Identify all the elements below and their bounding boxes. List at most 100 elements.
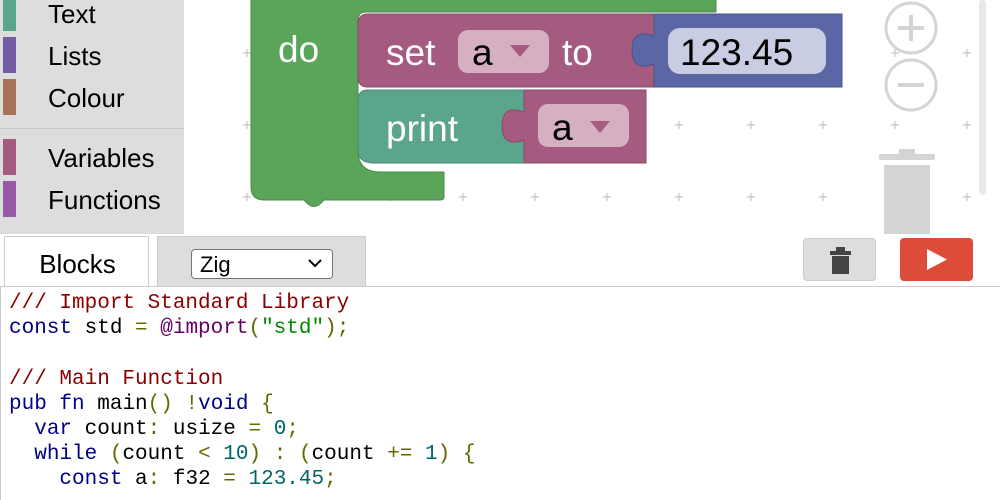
number-field-value: 123.45 xyxy=(680,32,793,73)
workspace-canvas[interactable]: do set a to 123.45 print a xyxy=(184,0,1000,234)
trash-icon xyxy=(830,247,851,274)
code-line: /// Import Standard Library xyxy=(9,291,475,316)
category-color-swatch xyxy=(3,139,16,175)
code-token: 0 xyxy=(273,417,287,441)
code-token: usize xyxy=(160,417,249,441)
code-token: count xyxy=(122,443,199,467)
code-token: void xyxy=(198,392,249,416)
category-label: Text xyxy=(48,0,96,29)
code-token: std xyxy=(72,317,136,341)
code-line: var count: usize = 0; xyxy=(9,417,475,442)
code-line: while (count < 10) : (count += 1) { xyxy=(9,442,475,467)
code-line xyxy=(9,341,475,366)
code-token: += xyxy=(387,443,413,467)
toolbox-category-lists[interactable]: Lists xyxy=(0,35,184,75)
code-block: /// Import Standard Library const std = @… xyxy=(9,291,475,493)
code-token: ) xyxy=(437,443,451,467)
run-button[interactable] xyxy=(900,238,973,281)
tab-bar: Blocks Zig xyxy=(0,234,1000,286)
tab-blocks-label: Blocks xyxy=(39,249,116,279)
code-token: main xyxy=(84,392,148,416)
code-line: const a: f32 = 123.45; xyxy=(9,467,475,492)
code-token: { xyxy=(261,392,274,416)
set-variable-block[interactable]: set a to xyxy=(357,13,655,88)
code-token: = xyxy=(248,417,262,441)
toolbox-category-colour[interactable]: Colour xyxy=(0,77,184,117)
code-token: f32 xyxy=(160,468,224,492)
code-token: ); xyxy=(324,317,350,341)
set-to-label: to xyxy=(562,32,593,73)
category-label: Functions xyxy=(48,185,161,215)
code-token: /// Import Standard Library xyxy=(9,292,350,315)
toolbox-category-text[interactable]: Text xyxy=(0,0,184,33)
category-color-swatch xyxy=(3,79,16,115)
code-token: const xyxy=(9,317,73,341)
set-label: set xyxy=(386,32,436,73)
code-token: ; xyxy=(286,417,299,441)
code-token: count xyxy=(72,417,148,441)
code-token: count xyxy=(311,443,388,467)
code-token: ) xyxy=(248,443,262,467)
category-color-swatch xyxy=(3,181,16,217)
code-token: ( xyxy=(248,317,262,341)
category-color-swatch xyxy=(3,0,16,31)
code-token: < xyxy=(198,443,211,467)
toolbox: Text Lists Colour Variables Functions xyxy=(0,0,184,234)
blocks-workspace[interactable]: do set a to 123.45 print a xyxy=(184,0,1000,234)
tab-blocks[interactable]: Blocks xyxy=(4,236,149,286)
code-token: const xyxy=(59,468,123,492)
chevron-down-icon xyxy=(307,252,323,280)
code-token: 10 xyxy=(223,443,249,467)
code-token: 123.45 xyxy=(248,468,325,492)
zoom-in-icon[interactable] xyxy=(884,1,938,55)
code-token: @import xyxy=(147,317,249,341)
workspace-scrollbar[interactable] xyxy=(979,0,986,195)
trashcan-icon[interactable] xyxy=(879,149,935,234)
code-token: "std" xyxy=(261,317,325,341)
code-token: : xyxy=(147,468,161,492)
category-label: Lists xyxy=(48,41,102,71)
number-value-block[interactable]: 123.45 xyxy=(631,13,843,88)
code-token: a xyxy=(122,468,148,492)
generated-code-panel[interactable]: /// Import Standard Library const std = @… xyxy=(0,286,1000,500)
print-label: print xyxy=(386,108,459,149)
category-label: Variables xyxy=(48,143,155,173)
code-token: () xyxy=(147,392,173,416)
variable-get-block[interactable]: a xyxy=(501,89,647,164)
toolbox-separator xyxy=(0,128,184,129)
code-token: ! xyxy=(185,392,199,416)
variable-dropdown-value: a xyxy=(472,32,493,73)
toolbox-category-functions[interactable]: Functions xyxy=(0,179,184,219)
language-select-value: Zig xyxy=(200,252,231,277)
tab-language[interactable]: Zig xyxy=(157,236,366,286)
delete-all-button[interactable] xyxy=(803,238,876,281)
code-token: while xyxy=(34,443,98,467)
variable-dropdown-value: a xyxy=(552,107,573,148)
code-token: 1 xyxy=(425,443,438,467)
category-color-swatch xyxy=(3,37,16,73)
toolbox-category-variables[interactable]: Variables xyxy=(0,137,184,177)
code-token: fn xyxy=(59,392,85,416)
category-label: Colour xyxy=(48,83,125,113)
code-token: /// Main Function xyxy=(9,367,224,391)
code-token: pub xyxy=(9,392,47,416)
loop-do-label: do xyxy=(278,29,319,70)
code-token: = xyxy=(135,317,148,341)
print-block[interactable]: print xyxy=(357,89,525,164)
code-line: /// Main Function xyxy=(9,367,475,392)
zoom-out-icon[interactable] xyxy=(884,58,938,112)
code-token: ( xyxy=(109,443,123,467)
language-select[interactable]: Zig xyxy=(191,249,333,279)
code-token: : xyxy=(273,443,287,467)
